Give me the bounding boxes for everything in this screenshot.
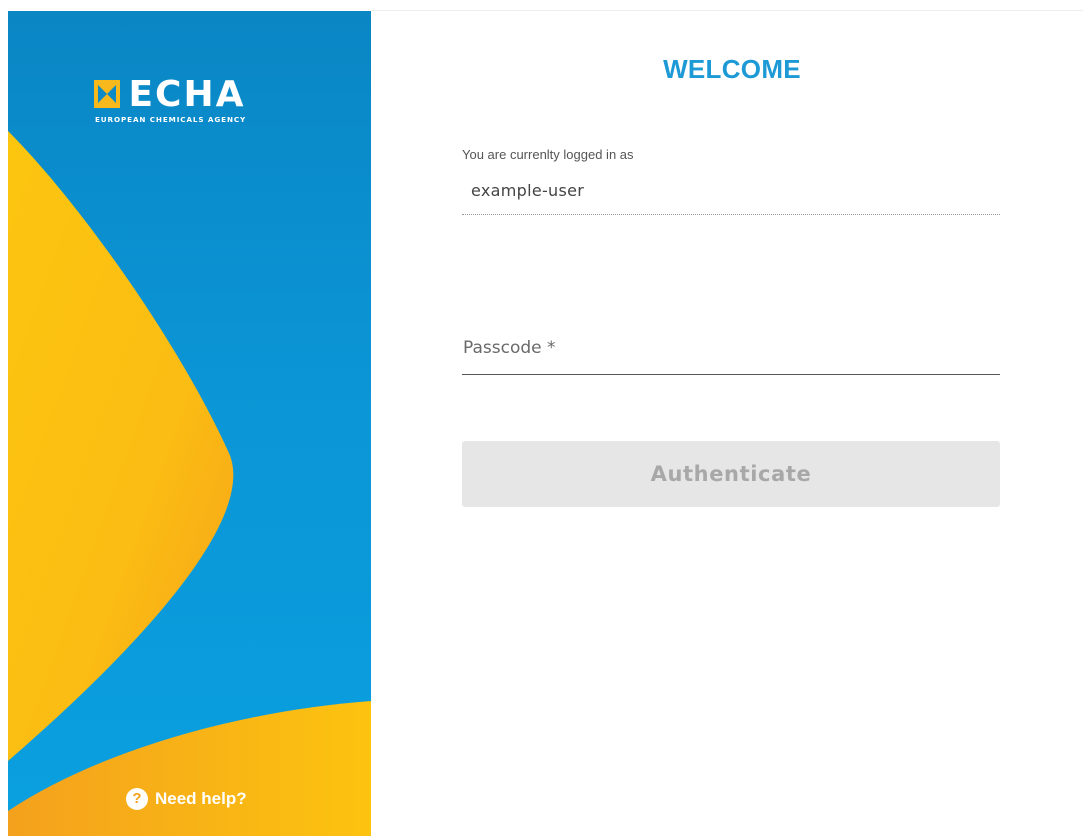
branding-background bbox=[8, 131, 371, 836]
brand-tagline: EUROPEAN CHEMICALS AGENCY bbox=[95, 115, 247, 124]
echa-logo-icon bbox=[94, 80, 120, 108]
page-title: WELCOME bbox=[663, 54, 801, 84]
authenticate-button[interactable]: Authenticate bbox=[462, 441, 1000, 507]
branding-panel: ECHA EUROPEAN CHEMICALS AGENCY ? Need he… bbox=[8, 11, 371, 836]
passcode-field[interactable]: Passcode * bbox=[462, 330, 1000, 375]
question-circle-icon: ? bbox=[126, 788, 148, 810]
logged-in-label: You are currenlty logged in as bbox=[462, 147, 634, 162]
passcode-label: Passcode * bbox=[463, 338, 556, 358]
need-help-label: Need help? bbox=[155, 789, 247, 808]
username-underline bbox=[462, 214, 1000, 215]
need-help-link[interactable]: ? Need help? bbox=[126, 788, 247, 810]
login-page: ECHA EUROPEAN CHEMICALS AGENCY ? Need he… bbox=[0, 0, 1083, 836]
username-value: example-user bbox=[471, 181, 585, 200]
echa-logo: ECHA EUROPEAN CHEMICALS AGENCY bbox=[94, 74, 294, 124]
brand-name: ECHA bbox=[128, 74, 246, 115]
login-form: WELCOME You are currenlty logged in as e… bbox=[462, 0, 1002, 836]
